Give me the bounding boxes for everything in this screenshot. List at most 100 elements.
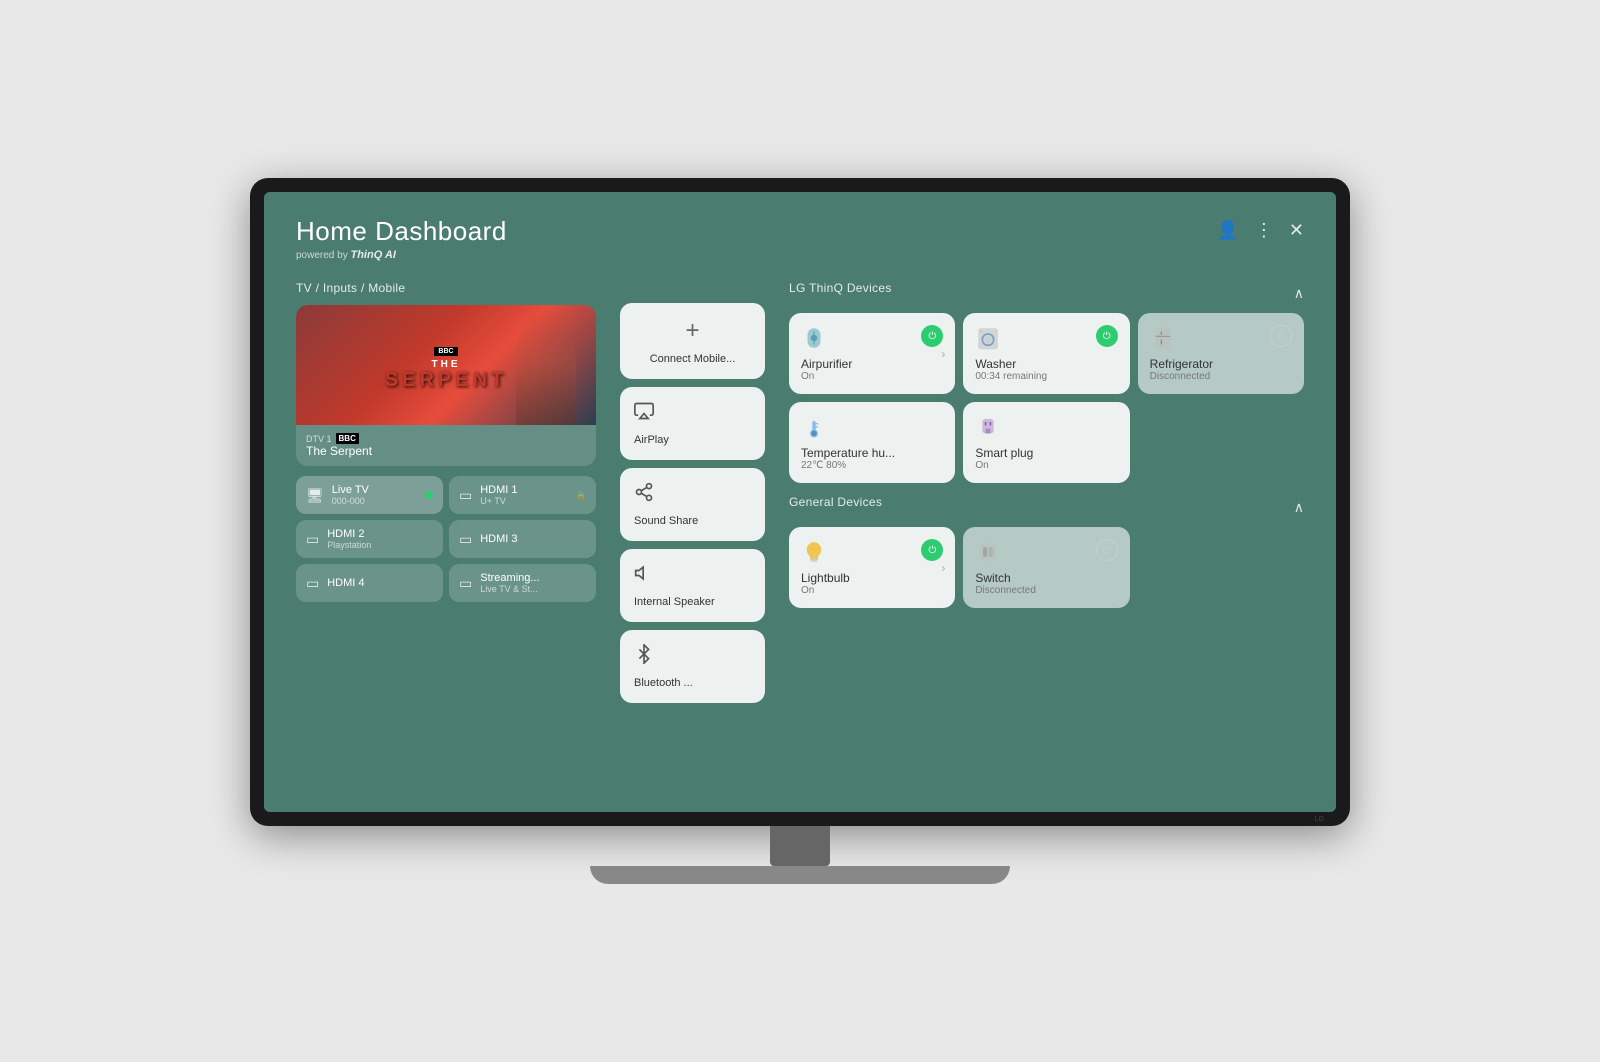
profile-button[interactable]: 👤	[1216, 220, 1238, 241]
lightbulb-status: On	[801, 585, 943, 596]
thinq-devices-grid: ⏻ Airpurifier On ›	[789, 313, 1304, 483]
general-devices-section: General Devices ∧	[789, 495, 1304, 608]
menu-button[interactable]: ⋮	[1255, 220, 1273, 241]
washer-status: 00:34 remaining	[975, 371, 1117, 382]
thinq-devices-section: LG ThinQ Devices ∧	[789, 281, 1304, 483]
general-section-title: General Devices	[789, 495, 882, 509]
speaker-icon	[634, 563, 654, 588]
temperature-status: 22℃ 80%	[801, 460, 943, 471]
header: Home Dashboard powered by ThinQ AI 👤 ⋮ ✕	[296, 216, 1304, 261]
washer-power-btn[interactable]: ⏻	[1096, 325, 1118, 347]
add-icon: +	[685, 317, 699, 345]
thinq-brand: ThinQ AI	[350, 249, 395, 261]
channel-label: DTV 1	[306, 434, 332, 444]
hdmi3-info: HDMI 3	[480, 533, 517, 545]
main-content: TV / Inputs / Mobile BBC THE SERPENT	[296, 281, 1304, 788]
tv-bezel: Home Dashboard powered by ThinQ AI 👤 ⋮ ✕	[250, 178, 1350, 826]
thinq-devices-header: LG ThinQ Devices ∧	[789, 281, 1304, 305]
input-hdmi2[interactable]: ▭ HDMI 2 Playstation	[296, 520, 443, 558]
input-hdmi3[interactable]: ▭ HDMI 3	[449, 520, 596, 558]
switch-name: Switch	[975, 571, 1117, 585]
hdmi2-info: HDMI 2 Playstation	[327, 528, 371, 550]
tv-stand	[250, 826, 1350, 884]
airpurifier-top: ⏻	[801, 325, 943, 357]
tv-screen: Home Dashboard powered by ThinQ AI 👤 ⋮ ✕	[264, 192, 1336, 812]
lightbulb-icon	[801, 539, 827, 571]
streaming-info: Streaming... Live TV & St...	[480, 572, 539, 594]
airplay-card[interactable]: AirPlay	[620, 387, 765, 460]
general-collapse-btn[interactable]: ∧	[1294, 499, 1304, 516]
tv-thumbnail: BBC THE SERPENT	[296, 305, 596, 425]
airplay-icon	[634, 401, 654, 426]
refrigerator-power-btn[interactable]: ⏻	[1270, 325, 1292, 347]
refrigerator-top: ⏻	[1150, 325, 1292, 357]
bbc-logo: BBC	[336, 433, 359, 444]
device-smartplug[interactable]: Smart plug On	[963, 402, 1129, 483]
middle-panel: + Connect Mobile... AirPlay	[620, 303, 765, 788]
tv-card[interactable]: BBC THE SERPENT DTV 1	[296, 305, 596, 466]
smartplug-name: Smart plug	[975, 446, 1117, 460]
switch-power-btn[interactable]: ⏻	[1096, 539, 1118, 561]
refrigerator-icon	[1150, 325, 1176, 357]
header-actions: 👤 ⋮ ✕	[1216, 220, 1304, 241]
hdmi1-lock-icon: 🔒	[576, 491, 586, 500]
general-devices-header: General Devices ∧	[789, 495, 1304, 519]
airpurifier-icon	[801, 325, 827, 357]
hdmi3-icon: ▭	[459, 531, 472, 548]
tv-show-name: The Serpent	[306, 444, 372, 458]
device-airpurifier[interactable]: ⏻ Airpurifier On ›	[789, 313, 955, 394]
general-devices-grid: ⏻ Lightbulb On ›	[789, 527, 1304, 608]
header-title-block: Home Dashboard powered by ThinQ AI	[296, 216, 507, 261]
input-hdmi1[interactable]: ▭ HDMI 1 U+ TV 🔒	[449, 476, 596, 514]
device-temperature[interactable]: Temperature hu... 22℃ 80%	[789, 402, 955, 483]
input-hdmi4[interactable]: ▭ HDMI 4	[296, 564, 443, 602]
switch-icon	[975, 539, 1001, 571]
temperature-icon	[801, 414, 827, 446]
input-live-tv[interactable]: 🖥 Live TV 000-000	[296, 476, 443, 514]
switch-bottom: Switch Disconnected	[975, 571, 1117, 596]
dashboard: Home Dashboard powered by ThinQ AI 👤 ⋮ ✕	[264, 192, 1336, 812]
temperature-name: Temperature hu...	[801, 446, 943, 460]
internal-speaker-card[interactable]: Internal Speaker	[620, 549, 765, 622]
sound-share-icon	[634, 482, 654, 507]
streaming-icon: ▭	[459, 575, 472, 592]
sound-share-card[interactable]: Sound Share	[620, 468, 765, 541]
bluetooth-card[interactable]: Bluetooth ...	[620, 630, 765, 703]
washer-icon	[975, 325, 1001, 357]
sound-share-label: Sound Share	[634, 515, 698, 527]
refrigerator-status: Disconnected	[1150, 371, 1292, 382]
lightbulb-arrow: ›	[941, 561, 945, 575]
connect-mobile-card[interactable]: + Connect Mobile...	[620, 303, 765, 379]
thinq-section-title: LG ThinQ Devices	[789, 281, 892, 295]
close-button[interactable]: ✕	[1289, 220, 1304, 241]
right-panels: LG ThinQ Devices ∧	[789, 281, 1304, 788]
hdmi4-icon: ▭	[306, 575, 319, 592]
hdmi1-icon: ▭	[459, 487, 472, 504]
device-lightbulb[interactable]: ⏻ Lightbulb On ›	[789, 527, 955, 608]
airpurifier-name: Airpurifier	[801, 357, 943, 371]
lightbulb-power-btn[interactable]: ⏻	[921, 539, 943, 561]
input-streaming[interactable]: ▭ Streaming... Live TV & St...	[449, 564, 596, 602]
refrigerator-bottom: Refrigerator Disconnected	[1150, 357, 1292, 382]
hdmi4-info: HDMI 4	[327, 577, 364, 589]
internal-speaker-label: Internal Speaker	[634, 596, 715, 608]
tv-outer: Home Dashboard powered by ThinQ AI 👤 ⋮ ✕	[250, 178, 1350, 884]
hdmi1-info: HDMI 1 U+ TV	[480, 484, 517, 506]
smartplug-bottom: Smart plug On	[975, 446, 1117, 471]
device-washer[interactable]: ⏻ Washer 00:34 remaining	[963, 313, 1129, 394]
switch-top: ⏻	[975, 539, 1117, 571]
smartplug-top	[975, 414, 1117, 446]
live-tv-info: Live TV 000-000	[332, 484, 369, 506]
live-tv-icon: 🖥	[306, 487, 324, 504]
refrigerator-name: Refrigerator	[1150, 357, 1292, 371]
tv-section-title: TV / Inputs / Mobile	[296, 281, 596, 295]
lightbulb-top: ⏻	[801, 539, 943, 571]
airpurifier-power-btn[interactable]: ⏻	[921, 325, 943, 347]
airpurifier-status: On	[801, 371, 943, 382]
inputs-grid: 🖥 Live TV 000-000 ▭	[296, 476, 596, 602]
device-refrigerator[interactable]: ⏻ Refrigerator Disconnected	[1138, 313, 1304, 394]
washer-bottom: Washer 00:34 remaining	[975, 357, 1117, 382]
device-switch[interactable]: ⏻ Switch Disconnected	[963, 527, 1129, 608]
thinq-collapse-btn[interactable]: ∧	[1294, 285, 1304, 302]
switch-status: Disconnected	[975, 585, 1117, 596]
